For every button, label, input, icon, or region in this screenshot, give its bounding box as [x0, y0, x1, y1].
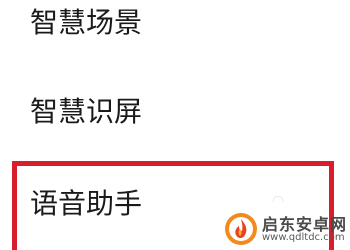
- settings-item-label: 智慧识屏: [30, 95, 143, 128]
- settings-item-smart-scenes[interactable]: 智慧场景: [0, 0, 350, 76]
- flame-logo-icon: [225, 213, 257, 245]
- watermark: 启东安卓网 www.qdltdc.com: [224, 208, 350, 250]
- watermark-url: www.qdltdc.com: [262, 232, 345, 243]
- settings-item-smart-screen-recognition[interactable]: 智慧识屏: [0, 76, 350, 156]
- settings-item-label: 智慧场景: [30, 6, 143, 39]
- settings-item-label: 语音助手: [30, 187, 143, 220]
- chevron-right-icon: ◠: [272, 193, 285, 209]
- settings-screen: 智慧场景 智慧识屏 语音助手 ◠ 启东安卓网 www.qdltdc.com: [0, 0, 350, 250]
